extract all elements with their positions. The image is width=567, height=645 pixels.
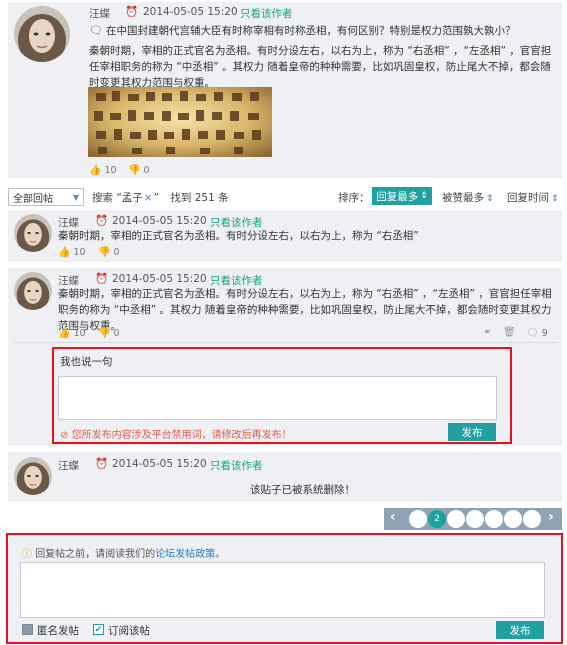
- clock-icon: ⏰: [95, 273, 109, 285]
- thumbs-down-icon: 👎: [98, 247, 111, 258]
- page-dot[interactable]: [504, 510, 522, 528]
- question-icon: 🗨: [89, 24, 103, 37]
- author-name[interactable]: 汪蝶: [89, 6, 110, 21]
- calligraphy-image: [88, 87, 272, 157]
- dislike-count: 0: [113, 247, 120, 258]
- page-dot[interactable]: [466, 510, 484, 528]
- post-time: 2014-05-05 15:20: [112, 215, 207, 227]
- search-label: 搜索 “孟子: [92, 192, 143, 204]
- dislike-count: 0: [143, 165, 150, 176]
- reply-body: 秦朝时期，宰相的正式官名为丞相。有时分设左右，以右为上，称为 “右丞相”: [58, 230, 419, 242]
- post-time: 2014-05-05 15:20: [112, 273, 207, 285]
- sort-most-likes[interactable]: 被赞最多 ⇕: [442, 190, 494, 205]
- comment-count: 9: [541, 328, 548, 339]
- sort-reply-time-label: 回复时间: [507, 192, 549, 204]
- avatar[interactable]: [14, 457, 52, 495]
- inline-warning: ⊘ 您所发布内容涉及平台禁用词，请修改后再发布！: [60, 426, 292, 441]
- page-dot[interactable]: [523, 510, 541, 528]
- sort-arrows-icon: ⇕: [486, 194, 494, 204]
- thumbs-down-icon: 👎: [128, 165, 141, 176]
- thumbs-up-icon: 👍: [58, 328, 71, 339]
- clock-icon: ⏰: [125, 6, 139, 18]
- share-icon[interactable]: ⚭: [483, 327, 491, 338]
- search-query: 搜索 “孟子×” 找到 251 条: [92, 190, 229, 205]
- trash-icon[interactable]: 🗑: [503, 327, 516, 338]
- inline-reply-input[interactable]: [58, 376, 497, 420]
- bottom-reply-notice: ⓘ 回复帖之前，请阅读我们的论坛发帖政策。: [22, 545, 225, 560]
- clock-icon: ⏰: [95, 458, 109, 470]
- policy-link[interactable]: 论坛发帖政策: [155, 549, 215, 560]
- clear-search-icon[interactable]: ×: [144, 192, 153, 204]
- page-current[interactable]: 2: [428, 510, 446, 528]
- avatar[interactable]: [14, 6, 70, 62]
- warning-icon: ⊘: [60, 430, 69, 441]
- subscribe-label: 订阅该帖: [108, 625, 150, 637]
- post-time: 2014-05-05 15:20: [112, 458, 207, 470]
- page-dot[interactable]: [485, 510, 503, 528]
- notice-text: 回复帖之前，请阅读我们的: [35, 549, 156, 560]
- info-icon: ⓘ: [22, 549, 32, 560]
- inline-warning-text: 您所发布内容涉及平台禁用词，请修改后再发布！: [71, 430, 292, 441]
- divider: [14, 342, 558, 343]
- only-author-link[interactable]: 只看该作者: [210, 458, 263, 473]
- like-count: 10: [73, 328, 86, 339]
- sort-most-replies[interactable]: 回复最多 ⇕: [372, 187, 432, 205]
- sort-label: 排序：: [338, 192, 370, 204]
- clock-icon: ⏰: [95, 215, 109, 227]
- inline-submit-button[interactable]: 发布: [448, 423, 496, 441]
- scope-select[interactable]: 全部回帖 ▼: [8, 188, 84, 206]
- search-label-close: ”: [153, 192, 160, 204]
- thumbs-down-icon: 👎: [98, 328, 111, 339]
- anonymous-checkbox[interactable]: [22, 624, 33, 635]
- like-button[interactable]: 👍 10: [89, 165, 117, 176]
- only-author-link[interactable]: 只看该作者: [240, 6, 293, 21]
- pagination-prev[interactable]: ‹: [390, 509, 396, 525]
- thumbs-up-icon: 👍: [58, 247, 71, 258]
- sort-arrows-icon: ⇕: [551, 194, 559, 204]
- sort-arrows-icon: ⇕: [420, 191, 428, 201]
- page-dot[interactable]: [409, 510, 427, 528]
- anonymous-label: 匿名发帖: [37, 625, 79, 637]
- page-dot[interactable]: [447, 510, 465, 528]
- comment-icon: 🗨: [526, 328, 539, 339]
- like-count: 10: [73, 247, 86, 258]
- post-time: 2014-05-05 15:20: [143, 6, 238, 18]
- dislike-button[interactable]: 👎 0: [98, 247, 120, 258]
- search-result-count: 找到 251 条: [170, 192, 229, 204]
- notice-suffix: 。: [215, 549, 226, 560]
- scope-select-label: 全部回帖: [13, 193, 53, 205]
- dislike-button[interactable]: 👎 0: [98, 328, 120, 339]
- bottom-reply-input[interactable]: [20, 562, 545, 618]
- question-text: 在中国封建朝代宫辅大臣有时称宰相有时称丞相，有何区别？特别是权力范围孰大孰小？: [106, 25, 516, 37]
- subscribe-checkbox[interactable]: ✔: [93, 624, 104, 635]
- comment-button[interactable]: 🗨 9: [526, 328, 548, 339]
- author-name[interactable]: 汪蝶: [58, 458, 79, 473]
- dislike-count: 0: [113, 328, 120, 339]
- sort-most-replies-label: 回复最多: [376, 190, 419, 203]
- post-body: 秦朝时期，宰相的正式官名为丞相。有时分设左右，以右为上，称为 “右丞相” ，“左…: [89, 45, 552, 89]
- bottom-submit-button[interactable]: 发布: [496, 621, 544, 639]
- deleted-notice: 该贴子已被系统删除！: [250, 484, 355, 496]
- pagination-next[interactable]: ›: [548, 509, 554, 525]
- sort-reply-time[interactable]: 回复时间 ⇕: [507, 190, 559, 205]
- thumbs-up-icon: 👍: [89, 165, 102, 176]
- sort-most-likes-label: 被赞最多: [442, 192, 484, 204]
- dislike-button[interactable]: 👎 0: [128, 165, 150, 176]
- avatar[interactable]: [14, 272, 52, 310]
- inline-reply-title: 我也说一句: [60, 356, 113, 368]
- like-count: 10: [104, 165, 117, 176]
- like-button[interactable]: 👍 10: [58, 247, 86, 258]
- like-button[interactable]: 👍 10: [58, 328, 86, 339]
- avatar[interactable]: [14, 214, 52, 252]
- chevron-down-icon: ▼: [72, 192, 79, 202]
